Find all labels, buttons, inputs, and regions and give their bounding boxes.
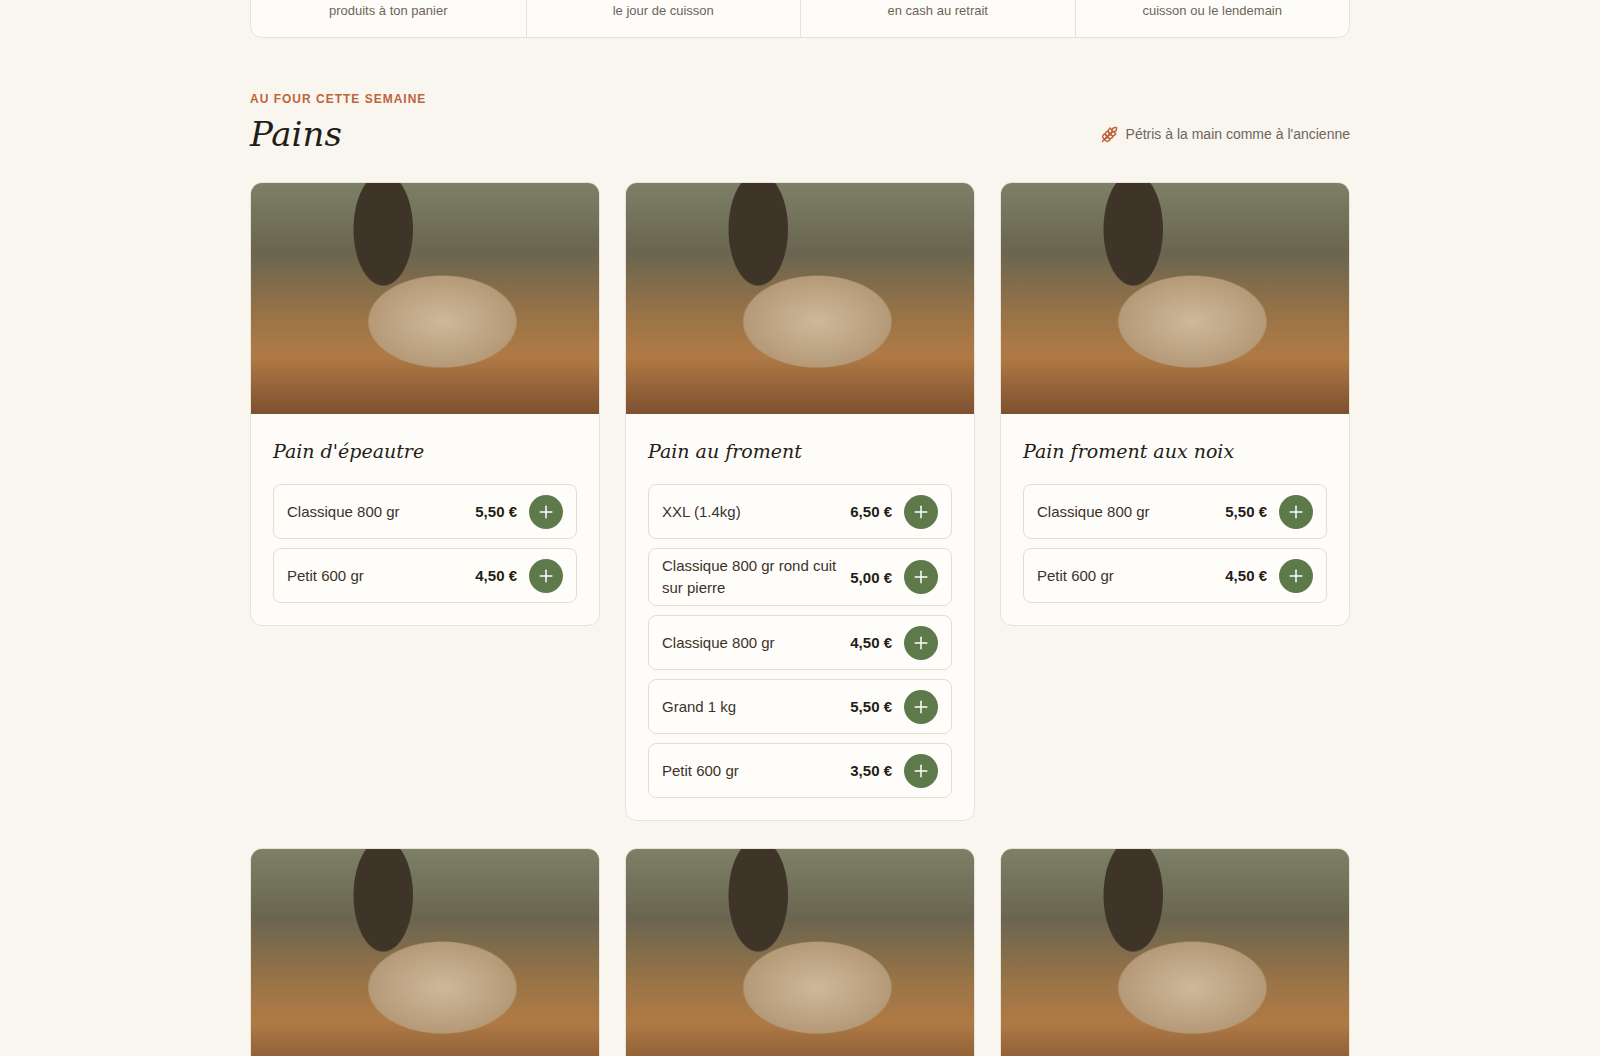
plus-icon bbox=[536, 502, 556, 522]
plus-icon bbox=[536, 566, 556, 586]
product-photo bbox=[1001, 849, 1349, 1056]
product-card: Pain froment aux noix Classique 800 gr 5,5… bbox=[1000, 182, 1350, 626]
option-row: Classique 800 gr 5,50 € bbox=[273, 484, 577, 539]
product-card bbox=[625, 848, 975, 1056]
add-button[interactable] bbox=[529, 495, 563, 529]
plus-icon bbox=[1286, 502, 1306, 522]
feature-cell: en cash au retrait bbox=[800, 0, 1075, 37]
product-card: Pain d'épeautre Classique 800 gr 5,50 € Pet… bbox=[250, 182, 600, 626]
add-button[interactable] bbox=[529, 559, 563, 593]
product-photo bbox=[626, 849, 974, 1056]
add-button[interactable] bbox=[904, 560, 938, 594]
add-button[interactable] bbox=[904, 690, 938, 724]
option-price: 5,00 € bbox=[850, 569, 892, 586]
option-price: 4,50 € bbox=[850, 634, 892, 651]
section-note: Pétris à la main comme à l'ancienne bbox=[1101, 126, 1350, 143]
option-label: Petit 600 gr bbox=[1037, 565, 1213, 587]
wheat-icon bbox=[1101, 126, 1118, 143]
plus-icon bbox=[911, 633, 931, 653]
option-price: 5,50 € bbox=[1225, 503, 1267, 520]
option-row: Petit 600 gr 3,50 € bbox=[648, 743, 952, 798]
option-price: 4,50 € bbox=[1225, 567, 1267, 584]
option-price: 5,50 € bbox=[475, 503, 517, 520]
option-row: Petit 600 gr 4,50 € bbox=[273, 548, 577, 603]
section-header: Pains Pétris à la main comme à l'ancienne bbox=[250, 112, 1350, 156]
product-grid: Pain d'épeautre Classique 800 gr 5,50 € Pet… bbox=[250, 182, 1350, 1056]
option-label: Classique 800 gr bbox=[662, 632, 838, 654]
plus-icon bbox=[911, 502, 931, 522]
plus-icon bbox=[1286, 566, 1306, 586]
product-photo bbox=[626, 183, 974, 414]
option-label: Grand 1 kg bbox=[662, 696, 838, 718]
feature-strip: produits à ton panierle jour de cuissone… bbox=[250, 0, 1350, 38]
section-title: Pains bbox=[250, 112, 342, 156]
option-row: Grand 1 kg 5,50 € bbox=[648, 679, 952, 734]
option-price: 5,50 € bbox=[850, 698, 892, 715]
product-photo bbox=[251, 183, 599, 414]
product-title: Pain au froment bbox=[648, 438, 952, 464]
add-button[interactable] bbox=[904, 495, 938, 529]
plus-icon bbox=[911, 761, 931, 781]
add-button[interactable] bbox=[904, 754, 938, 788]
product-card bbox=[1000, 848, 1350, 1056]
product-title: Pain froment aux noix bbox=[1023, 438, 1327, 464]
option-row: XXL (1.4kg) 6,50 € bbox=[648, 484, 952, 539]
option-price: 6,50 € bbox=[850, 503, 892, 520]
option-row: Classique 800 gr 4,50 € bbox=[648, 615, 952, 670]
plus-icon bbox=[911, 567, 931, 587]
option-label: Classique 800 gr rond cuit sur pierre bbox=[662, 555, 838, 599]
feature-cell: produits à ton panier bbox=[251, 0, 526, 37]
add-button[interactable] bbox=[1279, 495, 1313, 529]
product-card: Pain au froment XXL (1.4kg) 6,50 € Classiqu… bbox=[625, 182, 975, 821]
product-card bbox=[250, 848, 600, 1056]
add-button[interactable] bbox=[904, 626, 938, 660]
product-photo bbox=[1001, 183, 1349, 414]
plus-icon bbox=[911, 697, 931, 717]
card-body: Pain d'épeautre Classique 800 gr 5,50 € Pet… bbox=[251, 414, 599, 625]
product-photo bbox=[251, 849, 599, 1056]
page: produits à ton panierle jour de cuissone… bbox=[250, 0, 1350, 1056]
card-body: Pain froment aux noix Classique 800 gr 5,5… bbox=[1001, 414, 1349, 625]
option-label: Classique 800 gr bbox=[287, 501, 463, 523]
option-row: Petit 600 gr 4,50 € bbox=[1023, 548, 1327, 603]
option-row: Classique 800 gr rond cuit sur pierre 5,0… bbox=[648, 548, 952, 606]
section-eyebrow: AU FOUR CETTE SEMAINE bbox=[250, 92, 1350, 106]
option-label: XXL (1.4kg) bbox=[662, 501, 838, 523]
product-title: Pain d'épeautre bbox=[273, 438, 577, 464]
option-label: Classique 800 gr bbox=[1037, 501, 1213, 523]
card-body: Pain au froment XXL (1.4kg) 6,50 € Classiqu… bbox=[626, 414, 974, 820]
option-price: 4,50 € bbox=[475, 567, 517, 584]
option-price: 3,50 € bbox=[850, 762, 892, 779]
option-label: Petit 600 gr bbox=[662, 760, 838, 782]
option-row: Classique 800 gr 5,50 € bbox=[1023, 484, 1327, 539]
feature-cell: cuisson ou le lendemain bbox=[1075, 0, 1350, 37]
add-button[interactable] bbox=[1279, 559, 1313, 593]
feature-cell: le jour de cuisson bbox=[526, 0, 801, 37]
option-label: Petit 600 gr bbox=[287, 565, 463, 587]
